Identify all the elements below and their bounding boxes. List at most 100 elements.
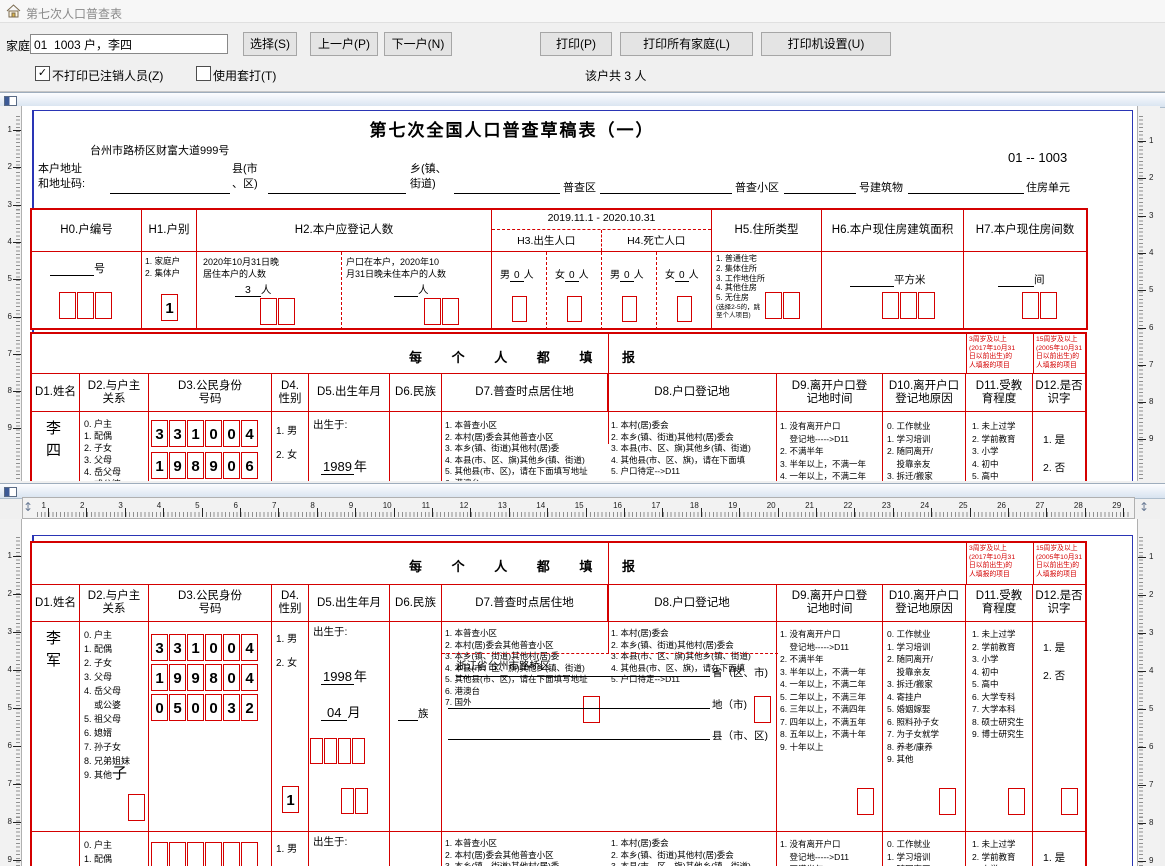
print-all-button[interactable]: 打印所有家庭(L) [620, 32, 753, 56]
panel2-left-ruler: 123456789 [0, 519, 22, 866]
title-bar: 第七次人口普查表 [0, 0, 1165, 23]
person1-name: 李四 [45, 418, 62, 462]
h1-value-box: 1 [161, 294, 178, 321]
h4-male-box [622, 296, 638, 322]
census-area-blank [600, 193, 732, 194]
h1-cell: 1. 家庭户 2. 集体户 1 [142, 252, 197, 330]
person2-id-digits-3: 050032 [151, 694, 259, 721]
everyone-text: 每 个 人 都 填 报 [92, 556, 952, 575]
printer-setup-button[interactable]: 打印机设置(U) [761, 32, 891, 56]
header-d3: D3.公民身份 号码 [149, 374, 272, 411]
person3-row-partial: 0. 户主 1. 配偶 2. 子女 3. 父母 4. 岳父母 或公婆 5. 祖父… [32, 832, 1085, 866]
person-table-2: 每 个 人 都 填 报 3周岁及以上 (2017年10月31 日以前出生)的 人… [30, 541, 1087, 866]
header-d9: D9.离开户口登 记地时间 [777, 585, 883, 621]
use-overlay-checkbox[interactable] [196, 66, 211, 81]
header-d8: D8.户口登记地 [608, 585, 777, 621]
county-blank [268, 193, 406, 194]
everyone-row: 每 个 人 都 填 报 3周岁及以上 (2017年10月31 日以前出生)的 人… [32, 543, 1085, 585]
h5-header: H5.住所类型 [712, 210, 822, 251]
h3-h4-header: 2019.11.1 - 2020.10.31 H3.出生人口 H4.死亡人口 [492, 210, 712, 251]
building-blank [908, 193, 1024, 194]
everyone-text: 每 个 人 都 填 报 [92, 347, 952, 366]
h2-cell: 2020年10月31日晚 居住本户的人数 3人 户口在本户，2020年10 月3… [197, 252, 492, 330]
header-d5: D5.出生年月 [309, 585, 390, 621]
note-age3: 3周岁及以上 (2017年10月31 日以前出生)的 人填报的项目 [966, 334, 1033, 373]
toolbar: 家庭: 选择(S) 上一户(P) 下一户(N) 打印(P) 打印所有家庭(L) … [0, 23, 1165, 92]
h4-header: H4.死亡人口 [602, 230, 712, 251]
header-d10: D10.离开户口 登记地原因 [883, 585, 966, 621]
header-d6: D6.民族 [390, 374, 442, 411]
person1-id-digits-2: 198906 [151, 452, 259, 479]
d10-answer-box [939, 788, 957, 815]
app-window: 第七次人口普查表 家庭: 选择(S) 上一户(P) 下一户(N) 打印(P) 打… [0, 0, 1165, 866]
person-table-header: D1.姓名D2.与户主 关系D3.公民身份 号码D4. 性别D5.出生年月D6.… [32, 374, 1085, 412]
person2-id-digits-2: 199804 [151, 664, 259, 691]
h1-header: H1.户别 [142, 210, 197, 251]
person1-row: 李四 0. 户主 1. 配偶 2. 子女 3. 父母 4. 岳父母 或公婆 5.… [32, 412, 1085, 481]
census-area-label: 普查区 [563, 179, 596, 195]
h2b-boxes [424, 298, 460, 325]
census-block-blank [784, 193, 856, 194]
h6-cell: 平方米 [822, 252, 964, 330]
use-overlay-label: 使用套打(T) [213, 67, 276, 84]
prev-household-button[interactable]: 上一户(P) [310, 32, 378, 56]
h5-boxes [765, 292, 801, 319]
panel1-window-icon[interactable] [4, 96, 17, 106]
header-d5: D5.出生年月 [309, 374, 390, 411]
header-d4: D4. 性别 [272, 585, 309, 621]
h5-cell: 1. 普通住宅 2. 集体住所 3. 工作地住所 4. 其他住房 5. 无住房 … [712, 252, 822, 330]
family-input[interactable] [30, 34, 228, 54]
ruler-left-splitter-icon[interactable]: ↕ [23, 500, 33, 514]
h7-header: H7.本户现住房间数 [964, 210, 1086, 251]
select-button[interactable]: 选择(S) [243, 32, 297, 56]
h6-boxes [882, 292, 936, 319]
header-d3: D3.公民身份 号码 [149, 585, 272, 621]
preview-panel-bottom: 1234567891011121314151617181920212223242… [0, 483, 1165, 866]
no-print-cancelled-label: 不打印已注销人员(Z) [52, 67, 163, 84]
d11-answer-box [1008, 788, 1026, 815]
header-d4: D4. 性别 [272, 374, 309, 411]
panel2-right-ruler: 123456789 [1137, 519, 1160, 866]
header-d12: D12.是否 识字 [1033, 585, 1085, 621]
housing-unit-label: 住房单元 [1026, 179, 1070, 195]
ruler-right-splitter-icon[interactable]: ↕ [1139, 500, 1149, 514]
person2-id-digits-1: 331004 [151, 634, 259, 661]
census-block-label: 普查小区 [735, 179, 779, 195]
everyone-row: 每 个 人 都 填 报 3周岁及以上 (2017年10月31 日以前出生)的 人… [32, 334, 1085, 374]
next-household-button[interactable]: 下一户(N) [384, 32, 452, 56]
preview-panel-top: 123456789 123456789 第七次全国人口普查草稿表（一） 台州市路… [0, 92, 1165, 481]
person2-year-boxes [310, 738, 366, 764]
header-d8: D8.户口登记地 [608, 374, 777, 411]
household-address-value: 台州市路桥区财富大道999号 [90, 142, 229, 158]
h2a-boxes [260, 298, 296, 325]
h2-header: H2.本户应登记人数 [197, 210, 492, 251]
province-label: 省（区、市) [712, 665, 768, 680]
residence-address-block: 浙江省台州市路桥区 省（区、市) 地（市) 县（市、区) [442, 653, 778, 753]
h0-boxes [59, 292, 113, 319]
county-label: 县(市 、区) [232, 162, 258, 192]
person2-name: 李军 [45, 628, 62, 672]
residence-value: 浙江省台州市路桥区 [456, 658, 551, 673]
household-table: H0.户编号 H1.户别 H2.本户应登记人数 2019.11.1 - 2020… [30, 208, 1088, 330]
print-button[interactable]: 打印(P) [540, 32, 612, 56]
header-d2: D2.与户主 关系 [80, 585, 149, 621]
page-preview-2: 每 个 人 都 填 报 3周岁及以上 (2017年10月31 日以前出生)的 人… [22, 519, 1137, 866]
panel2-window-icon[interactable] [4, 487, 17, 497]
h6-header: H6.本户现住房建筑面积 [822, 210, 964, 251]
h0-cell: 号 [32, 252, 142, 330]
note-age15: 15周岁及以上 (2005年10月31 日以前出生)的 人填报的项目 [1033, 334, 1085, 373]
panel2-horizontal-ruler: 1234567891011121314151617181920212223242… [22, 497, 1135, 519]
h3-male-box [512, 296, 528, 322]
h3-h4-cell: 男0人 女0人 男0人 女0人 [492, 252, 712, 330]
no-print-cancelled-checkbox[interactable]: ✓ [35, 66, 50, 81]
panel1-left-ruler: 123456789 [0, 106, 22, 481]
header-d6: D6.民族 [390, 585, 442, 621]
note-age15: 15周岁及以上 (2005年10月31 日以前出生)的 人填报的项目 [1033, 543, 1085, 584]
h7-cell: 间 [964, 252, 1086, 330]
household-code: 01 -- 1003 [1008, 150, 1067, 165]
h4-female-box [677, 296, 693, 322]
addr-blank [110, 193, 230, 194]
person-table-header: D1.姓名D2.与户主 关系D3.公民身份 号码D4. 性别D5.出生年月D6.… [32, 585, 1085, 622]
person2-relationship-box [128, 794, 146, 821]
header-d7: D7.普查时点居住地 [442, 374, 608, 411]
